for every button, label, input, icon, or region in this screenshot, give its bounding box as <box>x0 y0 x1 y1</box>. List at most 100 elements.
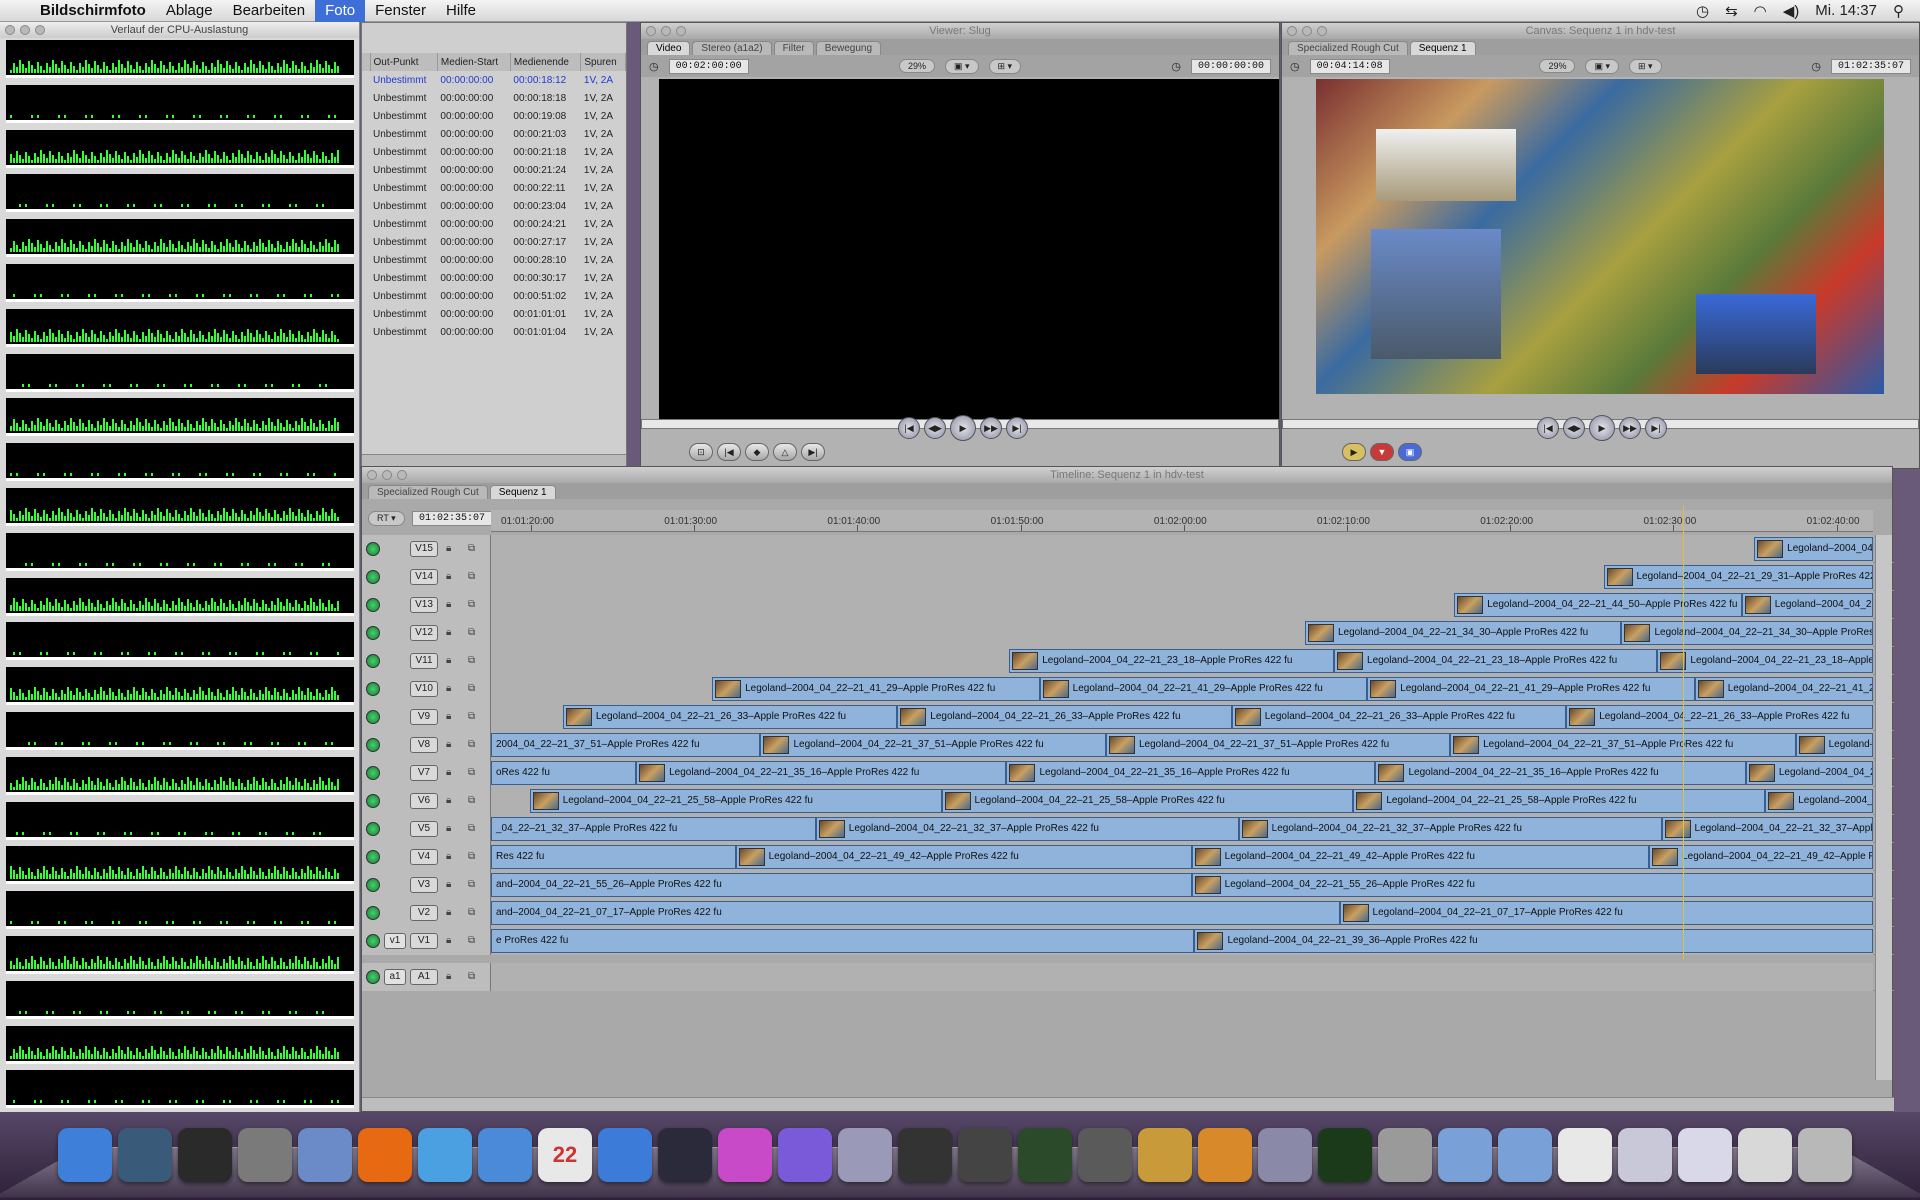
color-icon[interactable] <box>718 1128 772 1182</box>
grab-icon[interactable] <box>1378 1128 1432 1182</box>
menu-hilfe[interactable]: Hilfe <box>436 0 486 22</box>
timeline-clip[interactable]: Legoland–2004_04_ <box>1754 537 1873 561</box>
lock-icon[interactable]: 🔒︎ <box>446 599 451 610</box>
track-area[interactable]: and–2004_04_22–21_07_17–Apple ProRes 422… <box>491 899 1873 927</box>
timeline-clip[interactable]: Legoland–2004_04_22–21_23_18–Apple ProRe… <box>1009 649 1335 673</box>
track-label[interactable]: A1 <box>410 969 438 985</box>
timeline-timecode[interactable]: 01:02:35:07 <box>412 511 493 526</box>
activity-monitor-icon[interactable] <box>1318 1128 1372 1182</box>
dashboard-icon[interactable] <box>178 1128 232 1182</box>
track-visibility-icon[interactable] <box>366 542 380 556</box>
track-label[interactable]: V7 <box>410 765 438 781</box>
volume-icon[interactable]: ◀) <box>1783 2 1800 20</box>
auto-select-icon[interactable]: ⧉ <box>468 683 475 694</box>
replace-edit-icon[interactable]: ▣ <box>1398 443 1422 461</box>
timeline-clip[interactable]: e ProRes 422 fu <box>491 929 1195 953</box>
go-to-previous-edit-icon[interactable]: |◀ <box>898 417 920 439</box>
timeline-clip[interactable]: _04_22–21_32_37–Apple ProRes 422 fu <box>491 817 816 841</box>
track-area[interactable]: and–2004_04_22–21_55_26–Apple ProRes 422… <box>491 871 1873 899</box>
timeline-clip[interactable]: Legoland–2004_04_22–21_44_50–Apple ProRe… <box>1454 593 1742 617</box>
track-area[interactable]: e ProRes 422 fu Legoland–2004_04_22–21_39… <box>491 927 1873 955</box>
play-in-to-out-icon[interactable]: ◀▶ <box>924 417 946 439</box>
auto-select-icon[interactable]: ⧉ <box>468 711 475 722</box>
lock-icon[interactable]: 🔒︎ <box>446 795 451 806</box>
timeline-clip[interactable]: Legoland–2004_04_22–21_25_58–Apple ProRe… <box>1353 789 1766 813</box>
track-label[interactable]: V13 <box>410 597 438 613</box>
track-area[interactable]: Legoland–2004_04_22–21_23_18–Apple ProRe… <box>491 647 1873 675</box>
track-visibility-icon[interactable] <box>366 738 380 752</box>
timeline-playhead[interactable] <box>1683 505 1684 960</box>
track-label[interactable]: V2 <box>410 905 438 921</box>
mark-in-icon[interactable]: |◀ <box>717 443 741 461</box>
track-label[interactable]: V12 <box>410 625 438 641</box>
table-row[interactable]: Unbestimmt 00:00:00:00 00:00:21:03 1V, 2A <box>362 125 626 143</box>
time-machine-menu-icon[interactable]: ◷ <box>1696 2 1709 20</box>
track-label[interactable]: V3 <box>410 877 438 893</box>
sync-menu-icon[interactable]: ⇆ <box>1725 2 1738 20</box>
viewer-view-popup[interactable]: ▣ ▾ <box>944 58 979 74</box>
lock-icon[interactable]: 🔒︎ <box>446 683 451 694</box>
track-label[interactable]: V15 <box>410 541 438 557</box>
trash-icon[interactable] <box>1798 1128 1852 1182</box>
table-row[interactable]: Unbestimmt 00:00:00:00 00:00:18:18 1V, 2A <box>362 89 626 107</box>
timeline-clip[interactable]: Legoland–2004_04_22–21_23_18–Apple ProRe… <box>1657 649 1873 673</box>
track-label[interactable]: V10 <box>410 681 438 697</box>
source-patch[interactable]: v1 <box>384 933 406 949</box>
mark-out-icon[interactable]: ▶| <box>801 443 825 461</box>
timeline-clip[interactable]: Legoland–2004_04_22–21_41_29–Apple ProRe… <box>1039 677 1368 701</box>
timeline-clip[interactable]: Legoland–2004_04_22–21_25_58–Apple ProRe… <box>529 789 942 813</box>
auto-select-icon[interactable]: ⧉ <box>468 571 475 582</box>
timeline-clip[interactable]: oRes 422 fu <box>491 761 637 785</box>
timeline-clip[interactable]: Legoland–2004_04_22–21_39_36–Apple ProRe… <box>1194 929 1873 953</box>
motion-icon[interactable] <box>778 1128 832 1182</box>
track-label[interactable]: V8 <box>410 737 438 753</box>
timeline-clip[interactable]: Legoland–2004_04_22–21_41_29–Apple ProRe… <box>1367 677 1695 701</box>
play-around-icon[interactable]: ▶▶ <box>980 417 1002 439</box>
auto-select-icon[interactable]: ⧉ <box>468 795 475 806</box>
viewer-timecode[interactable]: 00:00:00:00 <box>1191 58 1272 74</box>
source-patch[interactable]: a1 <box>384 969 406 985</box>
track-visibility-icon[interactable] <box>366 682 380 696</box>
close-button[interactable] <box>646 26 656 36</box>
shake-icon[interactable] <box>1198 1128 1252 1182</box>
auto-select-icon[interactable]: ⧉ <box>468 655 475 666</box>
auto-select-icon[interactable]: ⧉ <box>468 599 475 610</box>
timeline-clip[interactable]: Legoland–2004_04_22–21_55_26–Apple ProRe… <box>1191 873 1873 897</box>
timeline-hscroll[interactable] <box>362 1097 1894 1111</box>
timeline-clip[interactable]: Legoland–2004_04_22–21_29_31–Apple ProRe… <box>1603 565 1873 589</box>
itunes-icon[interactable] <box>598 1128 652 1182</box>
tab-sequenz-1[interactable]: Sequenz 1 <box>489 485 556 499</box>
lock-icon[interactable]: 🔒︎ <box>446 935 451 946</box>
track-area[interactable]: Legoland–2004_04_22–21_41_29–Apple ProRe… <box>491 675 1873 703</box>
table-row[interactable]: Unbestimmt 00:00:00:00 00:00:51:02 1V, 2A <box>362 287 626 305</box>
table-row[interactable]: Unbestimmt 00:00:00:00 00:00:21:24 1V, 2A <box>362 161 626 179</box>
table-row[interactable]: Unbestimmt 00:00:00:00 00:01:01:01 1V, 2A <box>362 305 626 323</box>
table-row[interactable]: Unbestimmt 00:00:00:00 00:00:28:10 1V, 2A <box>362 251 626 269</box>
timeline-clip[interactable]: Legoland–2004_04_2 <box>1745 761 1873 785</box>
track-label[interactable]: V14 <box>410 569 438 585</box>
stack-icon[interactable] <box>1618 1128 1672 1182</box>
tab-video[interactable]: Video <box>647 41 691 55</box>
track-visibility-icon[interactable] <box>366 878 380 892</box>
auto-select-icon[interactable]: ⧉ <box>468 767 475 778</box>
menu-clock[interactable]: Mi. 14:37 <box>1815 2 1877 19</box>
lock-icon[interactable]: 🔒︎ <box>446 907 451 918</box>
timeline-clip[interactable]: 2004_04_22–21_37_51–Apple ProRes 422 fu <box>491 733 761 757</box>
timeline-clip[interactable]: Legoland–2004_04_22–21_32_37–Apple ProRe… <box>1238 817 1662 841</box>
timeline-clip[interactable]: Legoland–2004_04_22–21_37_51–Apple ProRe… <box>760 733 1106 757</box>
auto-select-icon[interactable]: ⧉ <box>468 739 475 750</box>
table-row[interactable]: Unbestimmt 00:00:00:00 00:00:23:04 1V, 2A <box>362 197 626 215</box>
dvd-studio-icon[interactable] <box>838 1128 892 1182</box>
track-label[interactable]: V9 <box>410 709 438 725</box>
canvas-zoom[interactable]: 29% <box>1539 59 1576 73</box>
close-button[interactable] <box>1287 26 1297 36</box>
timeline-clip[interactable]: Legoland–2004_04_22–21_26_33–Apple ProRe… <box>1231 705 1567 729</box>
play-icon[interactable]: ▶ <box>1589 415 1615 441</box>
lock-icon[interactable]: 🔒︎ <box>446 627 451 638</box>
track-area[interactable]: Legoland–2004_04_22–21_25_58–Apple ProRe… <box>491 787 1873 815</box>
rt-menu[interactable]: RT ▾ <box>368 511 405 526</box>
table-row[interactable]: Unbestimmt 00:00:00:00 00:00:30:17 1V, 2A <box>362 269 626 287</box>
time-machine-icon[interactable] <box>118 1128 172 1182</box>
timeline-clip[interactable]: and–2004_04_22–21_07_17–Apple ProRes 422… <box>491 901 1340 925</box>
track-area[interactable]: Legoland–2004_04_22–21_29_31–Apple ProRe… <box>491 563 1873 591</box>
